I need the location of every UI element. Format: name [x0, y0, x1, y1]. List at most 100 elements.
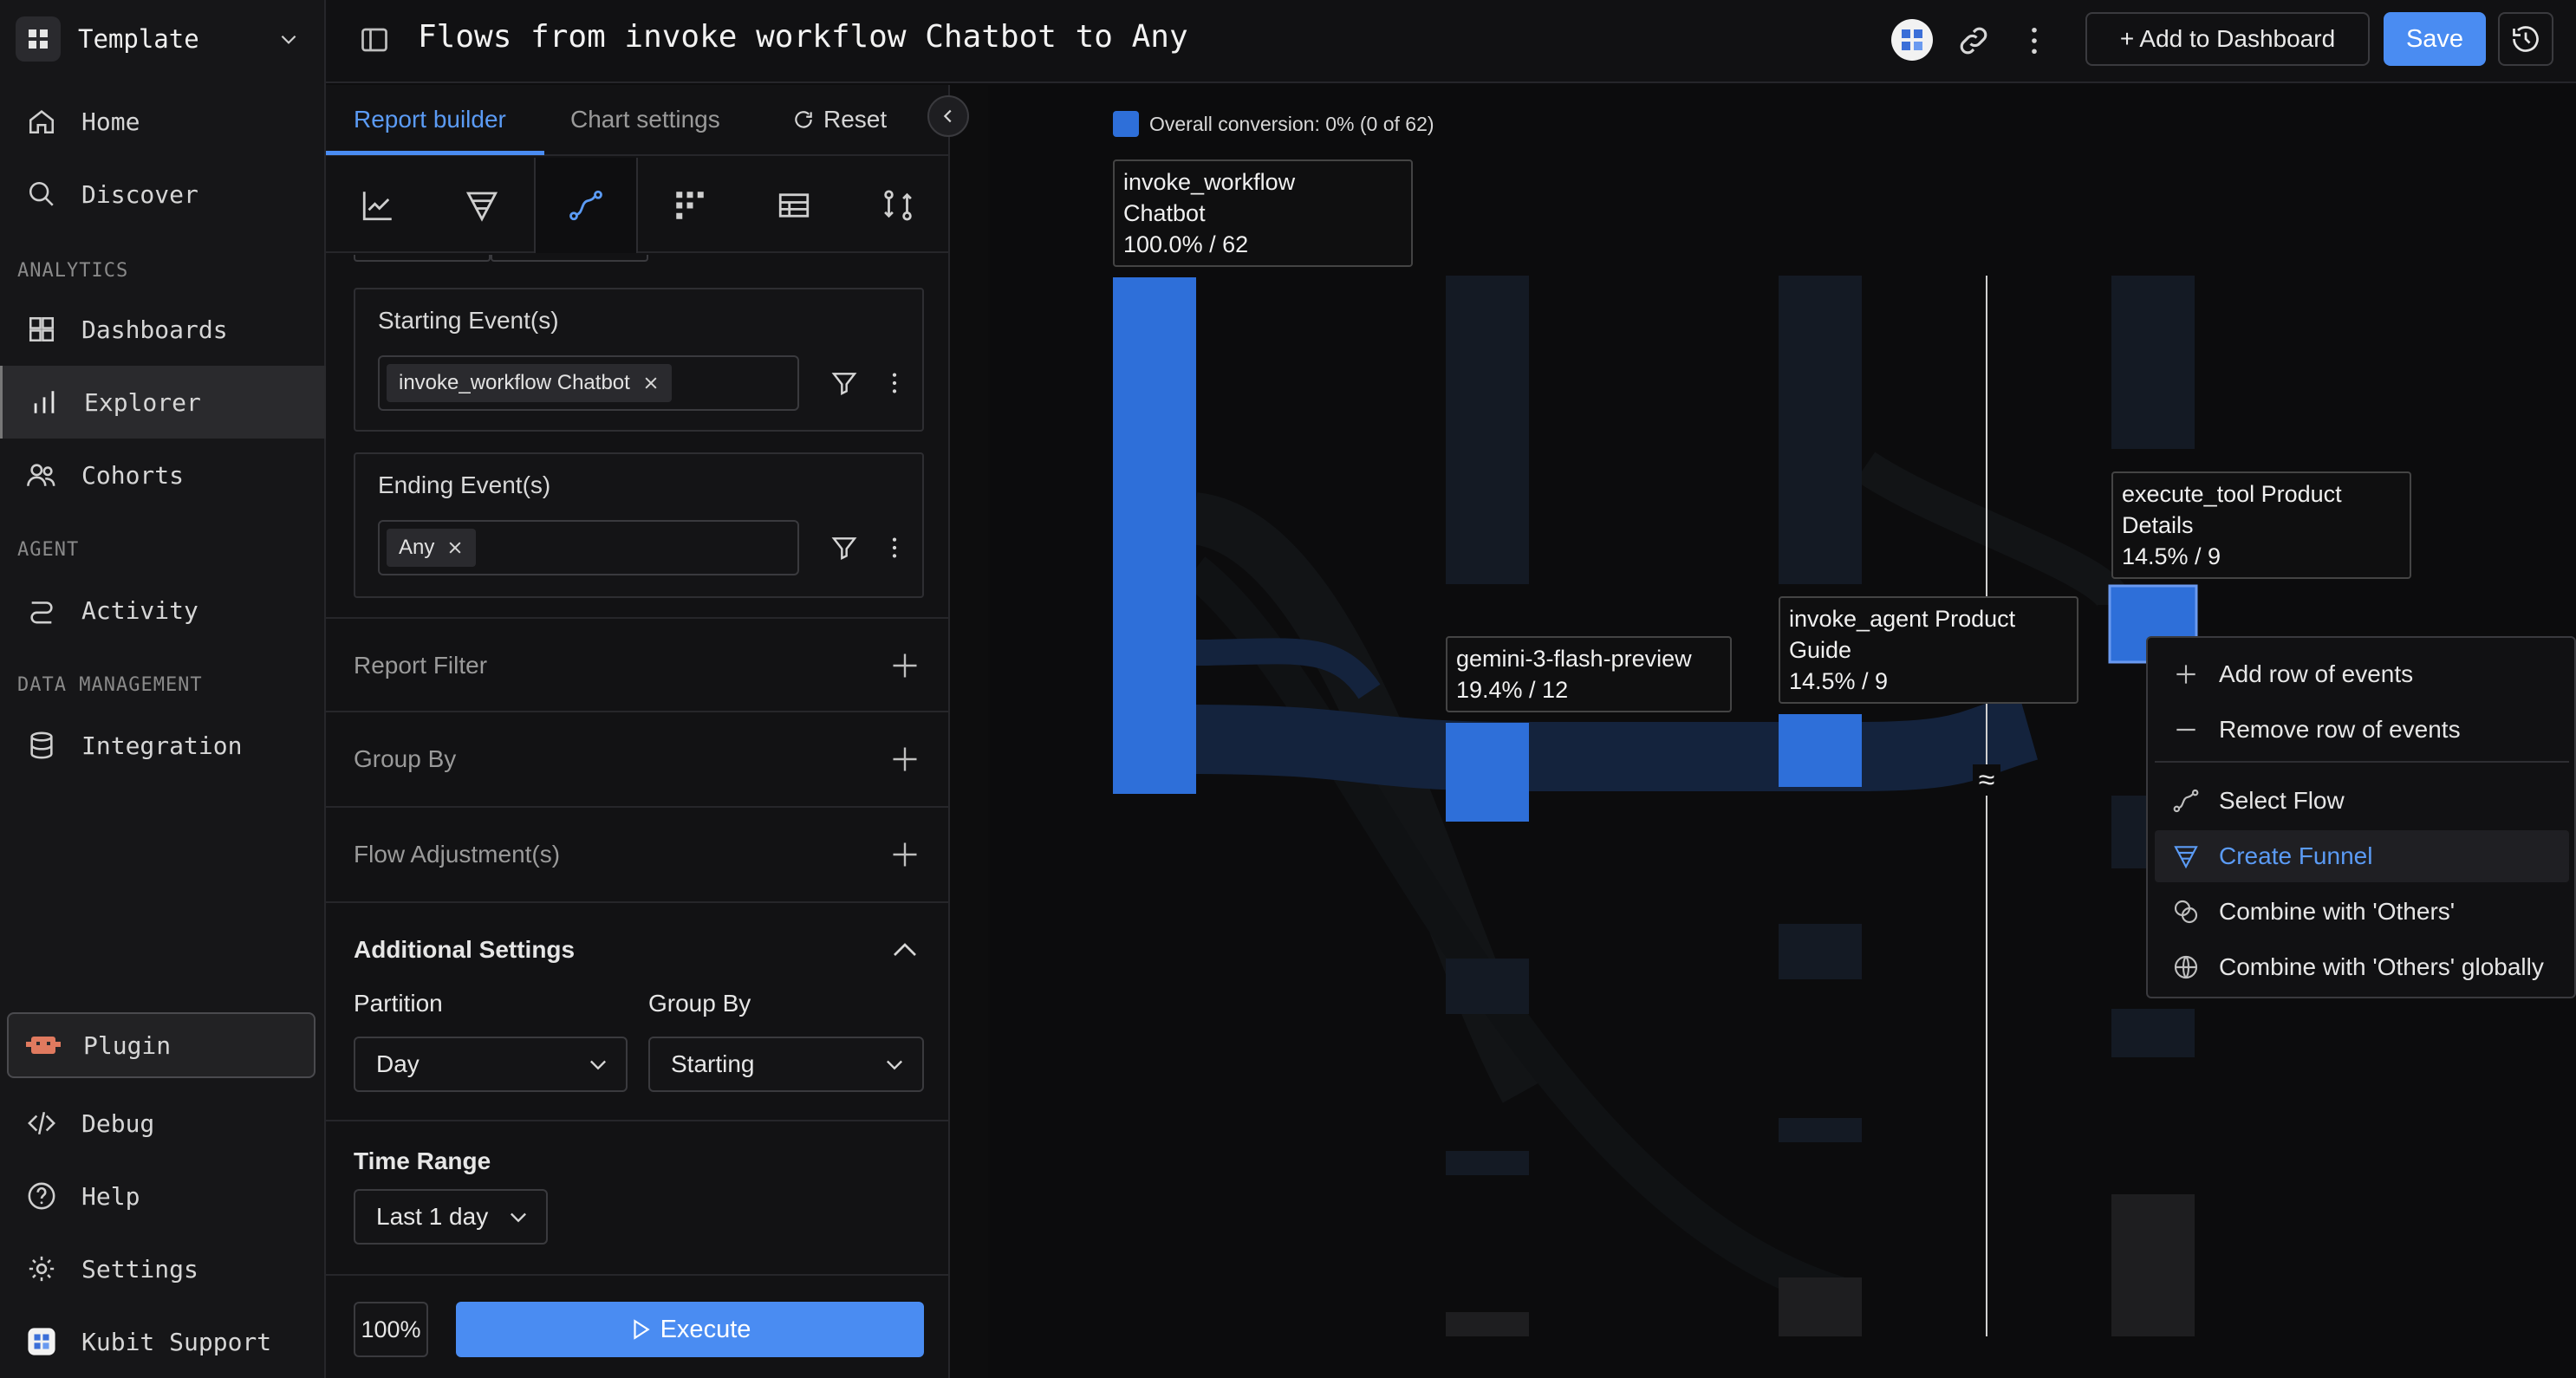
menu-select-flow-label: Select Flow [2219, 787, 2345, 814]
bar-chart-icon [27, 385, 62, 419]
tab-chart-settings[interactable]: Chart settings [570, 106, 720, 133]
flow-node-ghost [1446, 276, 1529, 584]
add-to-dashboard-button[interactable]: + Add to Dashboard [2085, 12, 2370, 66]
workspace-switcher[interactable]: Template [16, 16, 309, 62]
plus-icon [2172, 660, 2200, 694]
chart-type-compare[interactable] [846, 158, 950, 253]
chevron-left-icon [939, 107, 958, 126]
link-icon[interactable] [1955, 23, 1992, 63]
flow-node-ghost [1779, 1277, 1862, 1336]
flow-adjustments-label: Flow Adjustment(s) [354, 841, 561, 868]
more-vertical-icon[interactable] [881, 369, 908, 401]
flow-node-step-1[interactable] [1113, 277, 1196, 794]
save-button[interactable]: Save [2384, 12, 2486, 66]
nav-help[interactable]: Help [0, 1160, 326, 1232]
partition-label: Partition [354, 990, 443, 1017]
tab-report-builder[interactable]: Report builder [354, 106, 506, 133]
menu-combine-others-label: Combine with 'Others' [2219, 898, 2456, 925]
more-vertical-icon[interactable] [2016, 23, 2052, 63]
table-icon [776, 187, 812, 224]
chevron-up-icon[interactable] [889, 934, 920, 970]
section-analytics: ANALYTICS [17, 260, 129, 282]
chart-type-table[interactable] [742, 158, 846, 253]
section-agent: AGENT [17, 539, 80, 561]
globe-icon [2172, 953, 2200, 987]
chart-type-flow[interactable] [534, 158, 638, 253]
reset-button[interactable]: Reset [792, 106, 887, 133]
menu-combine-global[interactable]: Combine with 'Others' globally [2155, 941, 2569, 993]
chevron-down-icon [586, 1052, 610, 1082]
history-icon [2510, 23, 2541, 55]
time-range-value: Last 1 day [376, 1203, 489, 1230]
groupby-select-label: Group By [648, 990, 751, 1017]
flow-node-ghost [2111, 1194, 2195, 1336]
page-title: Flows from invoke workflow Chatbot to An… [418, 19, 1188, 55]
nav-explorer-label: Explorer [84, 387, 201, 417]
more-vertical-icon[interactable] [881, 534, 908, 566]
menu-remove-row[interactable]: Remove row of events [2155, 704, 2569, 756]
node-name-cont: Guide [1789, 637, 1852, 663]
groupby-select[interactable]: Starting [648, 1037, 924, 1092]
menu-add-row[interactable]: Add row of events [2155, 648, 2569, 700]
nav-cohorts[interactable]: Cohorts [0, 439, 326, 511]
filter-icon[interactable] [830, 369, 858, 401]
ending-events-input[interactable]: Any [378, 520, 799, 575]
sidebar-toggle-icon[interactable] [359, 24, 390, 60]
groupby-value: Starting [671, 1050, 755, 1077]
support-avatar-icon [24, 1324, 59, 1359]
chart-type-line[interactable] [326, 158, 430, 253]
nav-activity[interactable]: Activity [0, 574, 326, 647]
history-button[interactable] [2498, 12, 2553, 66]
execute-button[interactable]: Execute [456, 1302, 924, 1357]
flow-icon [568, 187, 604, 224]
close-icon[interactable] [446, 539, 464, 556]
nav-debug[interactable]: Debug [0, 1087, 326, 1160]
app-badge-icon[interactable] [1891, 19, 1933, 65]
nav-kubit-support-label: Kubit Support [81, 1327, 272, 1356]
nav-kubit-support[interactable]: Kubit Support [0, 1305, 326, 1378]
time-range-select[interactable]: Last 1 day [354, 1189, 548, 1245]
collapse-panel-button[interactable] [927, 95, 969, 137]
report-filter-section[interactable]: Report Filter [326, 617, 950, 712]
time-range-label: Time Range [354, 1147, 491, 1174]
flow-node-ghost [1446, 959, 1529, 1014]
flow-node-step-3[interactable] [1779, 714, 1862, 787]
group-by-section[interactable]: Group By [326, 712, 950, 808]
partition-select[interactable]: Day [354, 1037, 628, 1092]
combine-icon [2172, 898, 2200, 932]
plus-icon[interactable] [889, 744, 920, 779]
menu-combine-others[interactable]: Combine with 'Others' [2155, 886, 2569, 938]
flow-node-ghost [1779, 1118, 1862, 1142]
partition-value: Day [376, 1050, 420, 1077]
ending-events-title: Ending Event(s) [378, 471, 551, 498]
nav-plugin[interactable]: Plugin [7, 1012, 315, 1078]
menu-create-funnel[interactable]: Create Funnel [2155, 830, 2569, 882]
nav-dashboards[interactable]: Dashboards [0, 293, 326, 366]
nav-settings-label: Settings [81, 1254, 198, 1284]
nav-settings[interactable]: Settings [0, 1232, 326, 1305]
menu-select-flow[interactable]: Select Flow [2155, 775, 2569, 827]
nav-integration[interactable]: Integration [0, 709, 326, 782]
flow-node-step-2[interactable] [1446, 723, 1529, 822]
flow-adjustments-section[interactable]: Flow Adjustment(s) [326, 808, 950, 903]
chevron-down-icon [506, 1205, 530, 1235]
git-compare-icon [880, 187, 916, 224]
plus-icon[interactable] [889, 839, 920, 874]
plus-icon[interactable] [889, 650, 920, 686]
line-chart-icon [360, 187, 396, 224]
nav-explorer[interactable]: Explorer [0, 366, 326, 439]
nav-discover[interactable]: Discover [0, 158, 326, 231]
node-name: execute_tool Product [2122, 481, 2342, 507]
additional-settings-title: Additional Settings [354, 936, 576, 963]
filter-icon[interactable] [830, 534, 858, 566]
report-filter-label: Report Filter [354, 652, 488, 679]
chart-type-funnel[interactable] [430, 158, 534, 253]
chart-type-heatmap[interactable] [638, 158, 742, 253]
zoom-level[interactable]: 100% [354, 1302, 428, 1357]
starting-events-input[interactable]: invoke_workflow Chatbot [378, 355, 799, 411]
heatmap-icon [672, 187, 708, 224]
menu-combine-global-label: Combine with 'Others' globally [2219, 953, 2544, 980]
nav-home[interactable]: Home [0, 85, 326, 158]
flow-node-ghost [1446, 1312, 1529, 1336]
close-icon[interactable] [642, 374, 660, 392]
